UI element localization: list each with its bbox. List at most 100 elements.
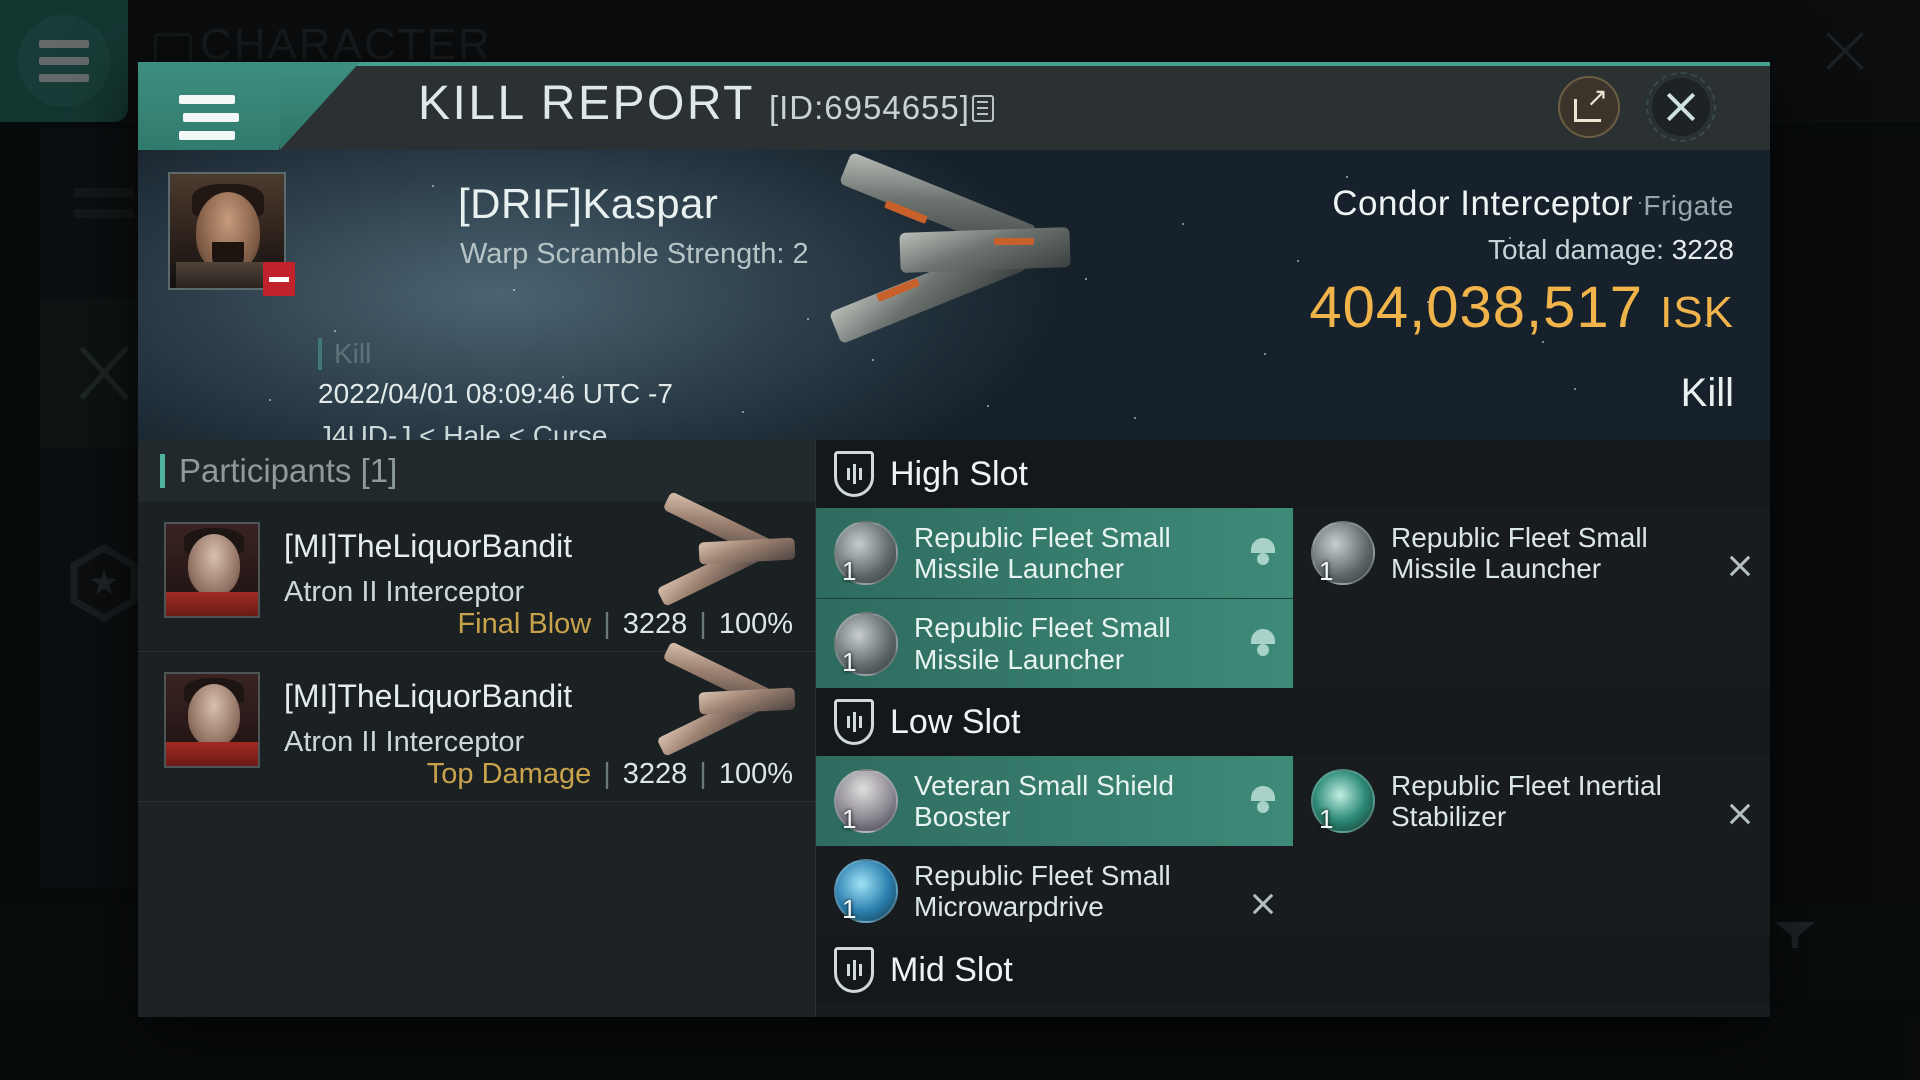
hamburger-icon — [179, 94, 239, 140]
kill-timestamp: 2022/04/01 08:09:46 UTC -7 — [318, 378, 673, 409]
participants-panel: Participants [1] [MI]TheLiquorBandit Atr… — [138, 440, 816, 1017]
section-title: Low Slot — [890, 702, 1021, 741]
column-spacer — [1293, 846, 1770, 936]
participant-tag: Final Blow — [457, 608, 592, 640]
high-slot-right-column: 1 Republic Fleet Small Missile Launcher — [1293, 508, 1770, 688]
participants-header: Participants [1] — [138, 440, 815, 502]
total-damage-value: 3228 — [1671, 234, 1734, 265]
table-row[interactable]: [MI]TheLiquorBandit Atron II Interceptor… — [138, 491, 815, 652]
participant-tag: Top Damage — [426, 758, 592, 790]
fitting-panel: High Slot 1 Republic Fleet Small Missile… — [816, 440, 1770, 1017]
stat-separator: | — [699, 608, 707, 640]
module-item[interactable]: 1 Republic Fleet Small Microwarpdrive — [816, 846, 1293, 936]
low-slot-right-column: 1 Republic Fleet Inertial Stabilizer — [1293, 756, 1770, 936]
stat-separator: | — [699, 758, 707, 790]
low-slot-left-column: 1 Veteran Small Shield Booster 1 Republi… — [816, 756, 1293, 936]
header-accent-bar — [160, 454, 165, 488]
module-name: Republic Fleet Small Microwarpdrive — [914, 859, 1171, 922]
participant-name: [MI]TheLiquorBandit — [284, 528, 573, 564]
kill-result: Kill — [1680, 371, 1734, 415]
module-quantity: 1 — [842, 804, 857, 834]
victim-subtitle: Warp Scramble Strength: 2 — [460, 238, 809, 270]
victim-ship-class: Frigate — [1643, 190, 1734, 221]
module-quantity: 1 — [1319, 804, 1334, 834]
high-slot-modules: 1 Republic Fleet Small Missile Launcher … — [816, 508, 1770, 688]
module-name: Republic Fleet Small Missile Launcher — [914, 521, 1171, 584]
dialog-title-text: KILL REPORT — [418, 77, 755, 130]
title-accent-wedge — [280, 62, 360, 150]
victim-ship-name: Condor Interceptor — [1332, 184, 1634, 223]
shield-booster-icon: 1 — [834, 769, 898, 834]
section-header-low-slot: Low Slot — [816, 688, 1770, 756]
inertial-stabilizer-icon: 1 — [1311, 769, 1375, 834]
missile-launcher-icon: 1 — [834, 521, 898, 586]
dialog-title: KILL REPORT [ID:6954655] — [418, 76, 994, 131]
participant-ship-render — [639, 641, 799, 764]
participant-ship: Atron II Interceptor — [284, 576, 525, 608]
missile-launcher-icon: 1 — [834, 611, 898, 677]
module-item[interactable]: 1 Republic Fleet Small Missile Launcher — [816, 598, 1293, 688]
dialog-record-id-text: [ID:6954655] — [768, 89, 970, 126]
stat-separator: | — [603, 758, 611, 790]
avatar — [164, 522, 260, 618]
stat-separator: | — [603, 608, 611, 640]
module-quantity: 1 — [1319, 556, 1334, 586]
isk-value-line: 404,038,517 ISK — [1309, 274, 1734, 341]
participants-header-text: Participants [1] — [179, 452, 398, 489]
participant-damage: 3228 — [622, 758, 688, 790]
dialog-record-id: [ID:6954655] — [769, 89, 994, 127]
participant-ship: Atron II Interceptor — [284, 726, 525, 758]
share-button[interactable] — [1558, 76, 1620, 138]
module-quantity: 1 — [842, 646, 857, 677]
module-item[interactable]: 1 Republic Fleet Small Missile Launcher — [1293, 508, 1770, 598]
total-damage-label: Total damage: — [1488, 234, 1664, 265]
module-name: Republic Fleet Small Missile Launcher — [914, 612, 1171, 675]
title-top-accent-line — [138, 62, 1770, 66]
missile-launcher-icon: 1 — [1311, 521, 1375, 586]
section-header-mid-slot: Mid Slot — [816, 936, 1770, 1004]
victim-ship-render — [798, 151, 1098, 393]
module-item[interactable]: 1 Republic Fleet Inertial Stabilizer — [1293, 756, 1770, 846]
isk-value: 404,038,517 — [1309, 275, 1643, 340]
dialog-title-bar: KILL REPORT [ID:6954655] — [138, 62, 1770, 172]
kill-tag: Kill — [318, 338, 371, 370]
copy-icon[interactable] — [971, 95, 994, 122]
module-name: Republic Fleet Inertial Stabilizer — [1391, 769, 1662, 832]
close-button[interactable] — [1646, 72, 1716, 142]
participant-damage: 3228 — [622, 608, 688, 640]
slot-shield-icon — [834, 947, 874, 993]
total-damage-line: Total damage: 3228 — [1309, 234, 1734, 266]
slot-shield-icon — [834, 451, 874, 497]
participant-percent: 100% — [718, 758, 793, 790]
low-slot-modules: 1 Veteran Small Shield Booster 1 Republi… — [816, 756, 1770, 936]
avatar — [164, 672, 260, 768]
microwarpdrive-icon: 1 — [834, 859, 898, 924]
module-name: Veteran Small Shield Booster — [914, 769, 1174, 832]
kill-location: J4UD-J < Hale < Curse — [318, 420, 608, 440]
close-icon — [1663, 89, 1699, 125]
module-item[interactable]: 1 Republic Fleet Small Missile Launcher — [816, 508, 1293, 598]
high-slot-left-column: 1 Republic Fleet Small Missile Launcher … — [816, 508, 1293, 688]
column-spacer — [1293, 598, 1770, 688]
kill-summary-stats: Condor Interceptor Frigate Total damage:… — [1309, 184, 1734, 416]
victim-status-badge — [263, 262, 295, 296]
module-quantity: 1 — [842, 894, 857, 924]
participant-stats: Final Blow | 3228 | 100% — [457, 608, 793, 641]
isk-unit: ISK — [1660, 288, 1734, 337]
victim-name: [DRIF]Kaspar — [458, 180, 719, 227]
external-link-icon — [1574, 84, 1608, 122]
participant-percent: 100% — [718, 608, 793, 640]
participant-ship-render — [639, 491, 799, 614]
section-title: Mid Slot — [890, 950, 1013, 989]
kill-report-dialog: KILL REPORT [ID:6954655] ↗ [DRIF]Kaspar … — [138, 62, 1770, 1017]
participant-stats: Top Damage | 3228 | 100% — [427, 758, 793, 791]
participant-name: [MI]TheLiquorBandit — [284, 678, 573, 714]
dialog-body: Participants [1] [MI]TheLiquorBandit Atr… — [138, 440, 1770, 1017]
victim-ship-line: Condor Interceptor Frigate — [1309, 184, 1734, 224]
module-quantity: 1 — [842, 556, 857, 586]
section-header-high-slot: High Slot — [816, 440, 1770, 508]
module-item[interactable]: 1 Veteran Small Shield Booster — [816, 756, 1293, 846]
table-row[interactable]: [MI]TheLiquorBandit Atron II Interceptor… — [138, 641, 815, 802]
module-name: Republic Fleet Small Missile Launcher — [1391, 521, 1648, 584]
section-title: High Slot — [890, 454, 1028, 493]
